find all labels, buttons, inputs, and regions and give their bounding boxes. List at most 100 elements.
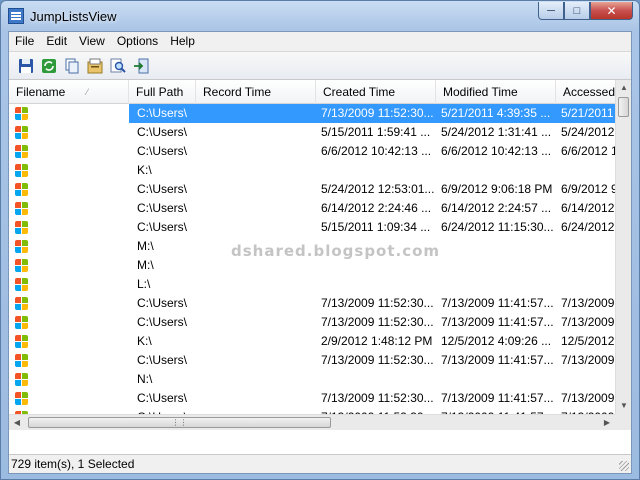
- refresh-icon: [41, 58, 56, 73]
- find-button[interactable]: [107, 55, 128, 76]
- menu-options[interactable]: Options: [111, 32, 164, 51]
- cell-record-time: [196, 275, 316, 294]
- cell-modified-time: 5/24/2012 1:31:41 ...: [441, 125, 552, 139]
- cell-accessed-time: 6/6/2012 1: [561, 144, 615, 158]
- maximize-button[interactable]: □: [564, 2, 590, 20]
- windows-logo-icon: [14, 315, 30, 331]
- windows-logo-icon: [14, 220, 30, 236]
- cell-full-path: K:\: [137, 334, 152, 348]
- resize-grip-icon[interactable]: [619, 461, 629, 471]
- horizontal-scrollbar[interactable]: ◀ ⋮⋮ ▶: [9, 414, 615, 430]
- table-rows: C:\Users\ 7/13/2009 11:52:30... 5/21/2011 …: [9, 104, 615, 427]
- toolbar: [9, 51, 631, 80]
- cell-full-path: C:\Users\: [137, 201, 188, 215]
- cell-modified-time: 6/6/2012 10:42:13 ...: [441, 144, 552, 158]
- cell-record-time: [196, 218, 316, 237]
- cell-record-time: [196, 104, 316, 123]
- caption-buttons: ─ □ ✕: [538, 2, 633, 20]
- table-row[interactable]: K:\ 2/9/2012 1:48:12 PM 12/5/2012 4:09:26 …: [9, 332, 615, 351]
- menu-edit-label: Edit: [46, 34, 68, 48]
- column-header-full-path[interactable]: Full Path: [129, 80, 196, 104]
- menu-view[interactable]: View: [73, 32, 111, 51]
- cell-created-time: 7/13/2009 11:52:30...: [316, 104, 436, 123]
- cell-created-time: 6/6/2012 10:42:13 ...: [321, 144, 432, 158]
- cell-record-time: [196, 389, 316, 408]
- cell-modified-time: 7/13/2009 11:41:57...: [441, 315, 554, 329]
- save-icon: [18, 58, 33, 73]
- cell-created-time: 6/14/2012 2:24:46 ...: [321, 201, 432, 215]
- cell-modified-time: [436, 256, 556, 275]
- filename-selection-fill: [33, 256, 129, 275]
- table-row[interactable]: L:\: [9, 275, 615, 294]
- scrollbar-corner: [615, 414, 631, 430]
- scroll-down-arrow-icon[interactable]: ▼: [616, 398, 631, 414]
- horizontal-scroll-thumb[interactable]: ⋮⋮: [28, 417, 331, 428]
- cell-full-path: C:\Users\: [137, 125, 188, 139]
- title-bar[interactable]: JumpListsView ─ □ ✕: [1, 1, 639, 31]
- cell-filename: [9, 370, 129, 389]
- column-header-filename[interactable]: Filename ⁄: [9, 80, 129, 104]
- cell-accessed-time: 5/21/2011: [556, 104, 615, 123]
- cell-created-time: 2/9/2012 1:48:12 PM: [321, 334, 433, 348]
- cell-filename: [9, 351, 129, 370]
- cell-created-time: 7/13/2009 11:52:30...: [321, 391, 434, 405]
- refresh-button[interactable]: [38, 55, 59, 76]
- table-row[interactable]: C:\Users\ 5/24/2012 12:53:01... 6/9/2012 9…: [9, 180, 615, 199]
- cell-modified-time: [436, 370, 556, 389]
- cell-accessed-time: [556, 275, 615, 294]
- cell-full-path: C:\Users\: [137, 391, 188, 405]
- table-row[interactable]: C:\Users\ 6/6/2012 10:42:13 ... 6/6/2012 1…: [9, 142, 615, 161]
- client-area: File Edit View Options Help Filename ⁄ F…: [8, 31, 632, 474]
- table-row[interactable]: C:\Users\ 7/13/2009 11:52:30... 7/13/2009 …: [9, 389, 615, 408]
- exit-button[interactable]: [130, 55, 151, 76]
- properties-button[interactable]: [84, 55, 105, 76]
- close-button[interactable]: ✕: [590, 2, 633, 20]
- cell-accessed-time: 12/5/2012: [561, 334, 615, 348]
- vertical-scrollbar[interactable]: ▲ ▼: [615, 80, 631, 414]
- table-row[interactable]: C:\Users\ 7/13/2009 11:52:30... 7/13/2009 …: [9, 351, 615, 370]
- table-row[interactable]: C:\Users\ 7/13/2009 11:52:30... 5/21/2011 …: [9, 104, 615, 123]
- table-row[interactable]: C:\Users\ 6/14/2012 2:24:46 ... 6/14/2012 …: [9, 199, 615, 218]
- cell-created-time: [316, 370, 436, 389]
- table-row[interactable]: C:\Users\ 5/15/2011 1:09:34 ... 6/24/2012 …: [9, 218, 615, 237]
- cell-record-time: [196, 313, 316, 332]
- window-title: JumpListsView: [30, 8, 117, 24]
- windows-logo-icon: [14, 391, 30, 407]
- cell-created-time: 7/13/2009 11:52:30...: [321, 315, 434, 329]
- scroll-right-arrow-icon[interactable]: ▶: [599, 415, 615, 430]
- table-row[interactable]: C:\Users\ 5/15/2011 1:59:41 ... 5/24/2012 …: [9, 123, 615, 142]
- cell-filename: [9, 180, 129, 199]
- column-header-accessed-time[interactable]: Accessed T: [556, 80, 615, 104]
- column-header-created-time-label: Created Time: [323, 85, 396, 99]
- cell-filename: [9, 142, 129, 161]
- cell-accessed-time: 7/13/2009: [561, 391, 615, 405]
- cell-created-time: 7/13/2009 11:52:30...: [321, 296, 434, 310]
- filename-selection-fill: [33, 275, 129, 294]
- status-text: 729 item(s), 1 Selected: [11, 457, 135, 471]
- windows-logo-icon: [14, 125, 30, 141]
- save-button[interactable]: [15, 55, 36, 76]
- cell-created-time: 5/15/2011 1:59:41 ...: [321, 125, 431, 139]
- menu-help[interactable]: Help: [164, 32, 201, 51]
- minimize-button[interactable]: ─: [538, 2, 564, 20]
- table-row[interactable]: K:\: [9, 161, 615, 180]
- table-row[interactable]: C:\Users\ 7/13/2009 11:52:30... 7/13/2009 …: [9, 313, 615, 332]
- column-header-modified-time[interactable]: Modified Time: [436, 80, 556, 104]
- menu-edit[interactable]: Edit: [40, 32, 73, 51]
- cell-accessed-time: 7/13/2009: [561, 315, 615, 329]
- column-header-created-time[interactable]: Created Time: [316, 80, 436, 104]
- cell-accessed-time: 7/13/2009: [561, 296, 615, 310]
- table-row[interactable]: C:\Users\ 7/13/2009 11:52:30... 7/13/2009 …: [9, 294, 615, 313]
- scroll-left-arrow-icon[interactable]: ◀: [9, 415, 25, 430]
- column-header-record-time[interactable]: Record Time: [196, 80, 316, 104]
- cell-record-time: [196, 351, 316, 370]
- vertical-scroll-thumb[interactable]: [618, 97, 629, 117]
- table-row[interactable]: N:\: [9, 370, 615, 389]
- menu-file-label: File: [15, 34, 35, 48]
- windows-logo-icon: [14, 182, 30, 198]
- scroll-up-arrow-icon[interactable]: ▲: [616, 80, 631, 96]
- filename-selection-fill: [33, 199, 129, 218]
- filename-selection-fill: [33, 313, 129, 332]
- menu-file[interactable]: File: [9, 32, 40, 51]
- copy-button[interactable]: [61, 55, 82, 76]
